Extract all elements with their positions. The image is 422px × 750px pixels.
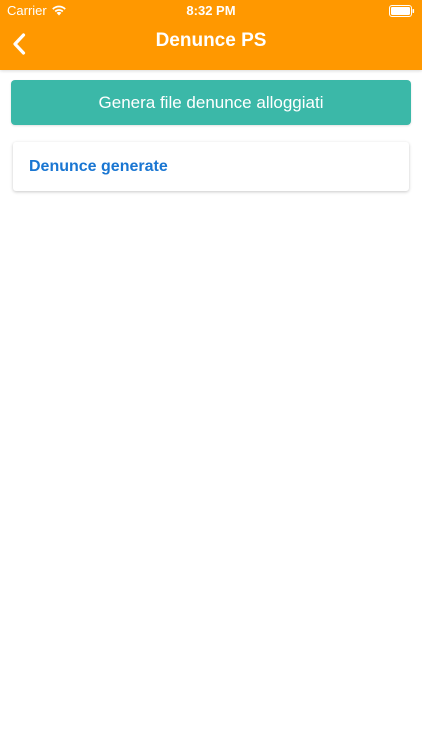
battery-icon <box>389 5 415 17</box>
generate-denunce-button[interactable]: Genera file denunce alloggiati <box>11 80 411 125</box>
status-time: 8:32 PM <box>186 3 236 18</box>
chevron-left-icon <box>13 33 26 55</box>
page-title: Denunce PS <box>155 30 267 51</box>
status-bar: Carrier 8:32 PM <box>0 0 422 22</box>
list-item[interactable]: Denunce generate <box>13 142 409 191</box>
back-button[interactable] <box>6 29 32 59</box>
list-item-label: Denunce generate <box>29 158 168 175</box>
app-header: Carrier 8:32 PM Denunce PS <box>0 0 422 70</box>
